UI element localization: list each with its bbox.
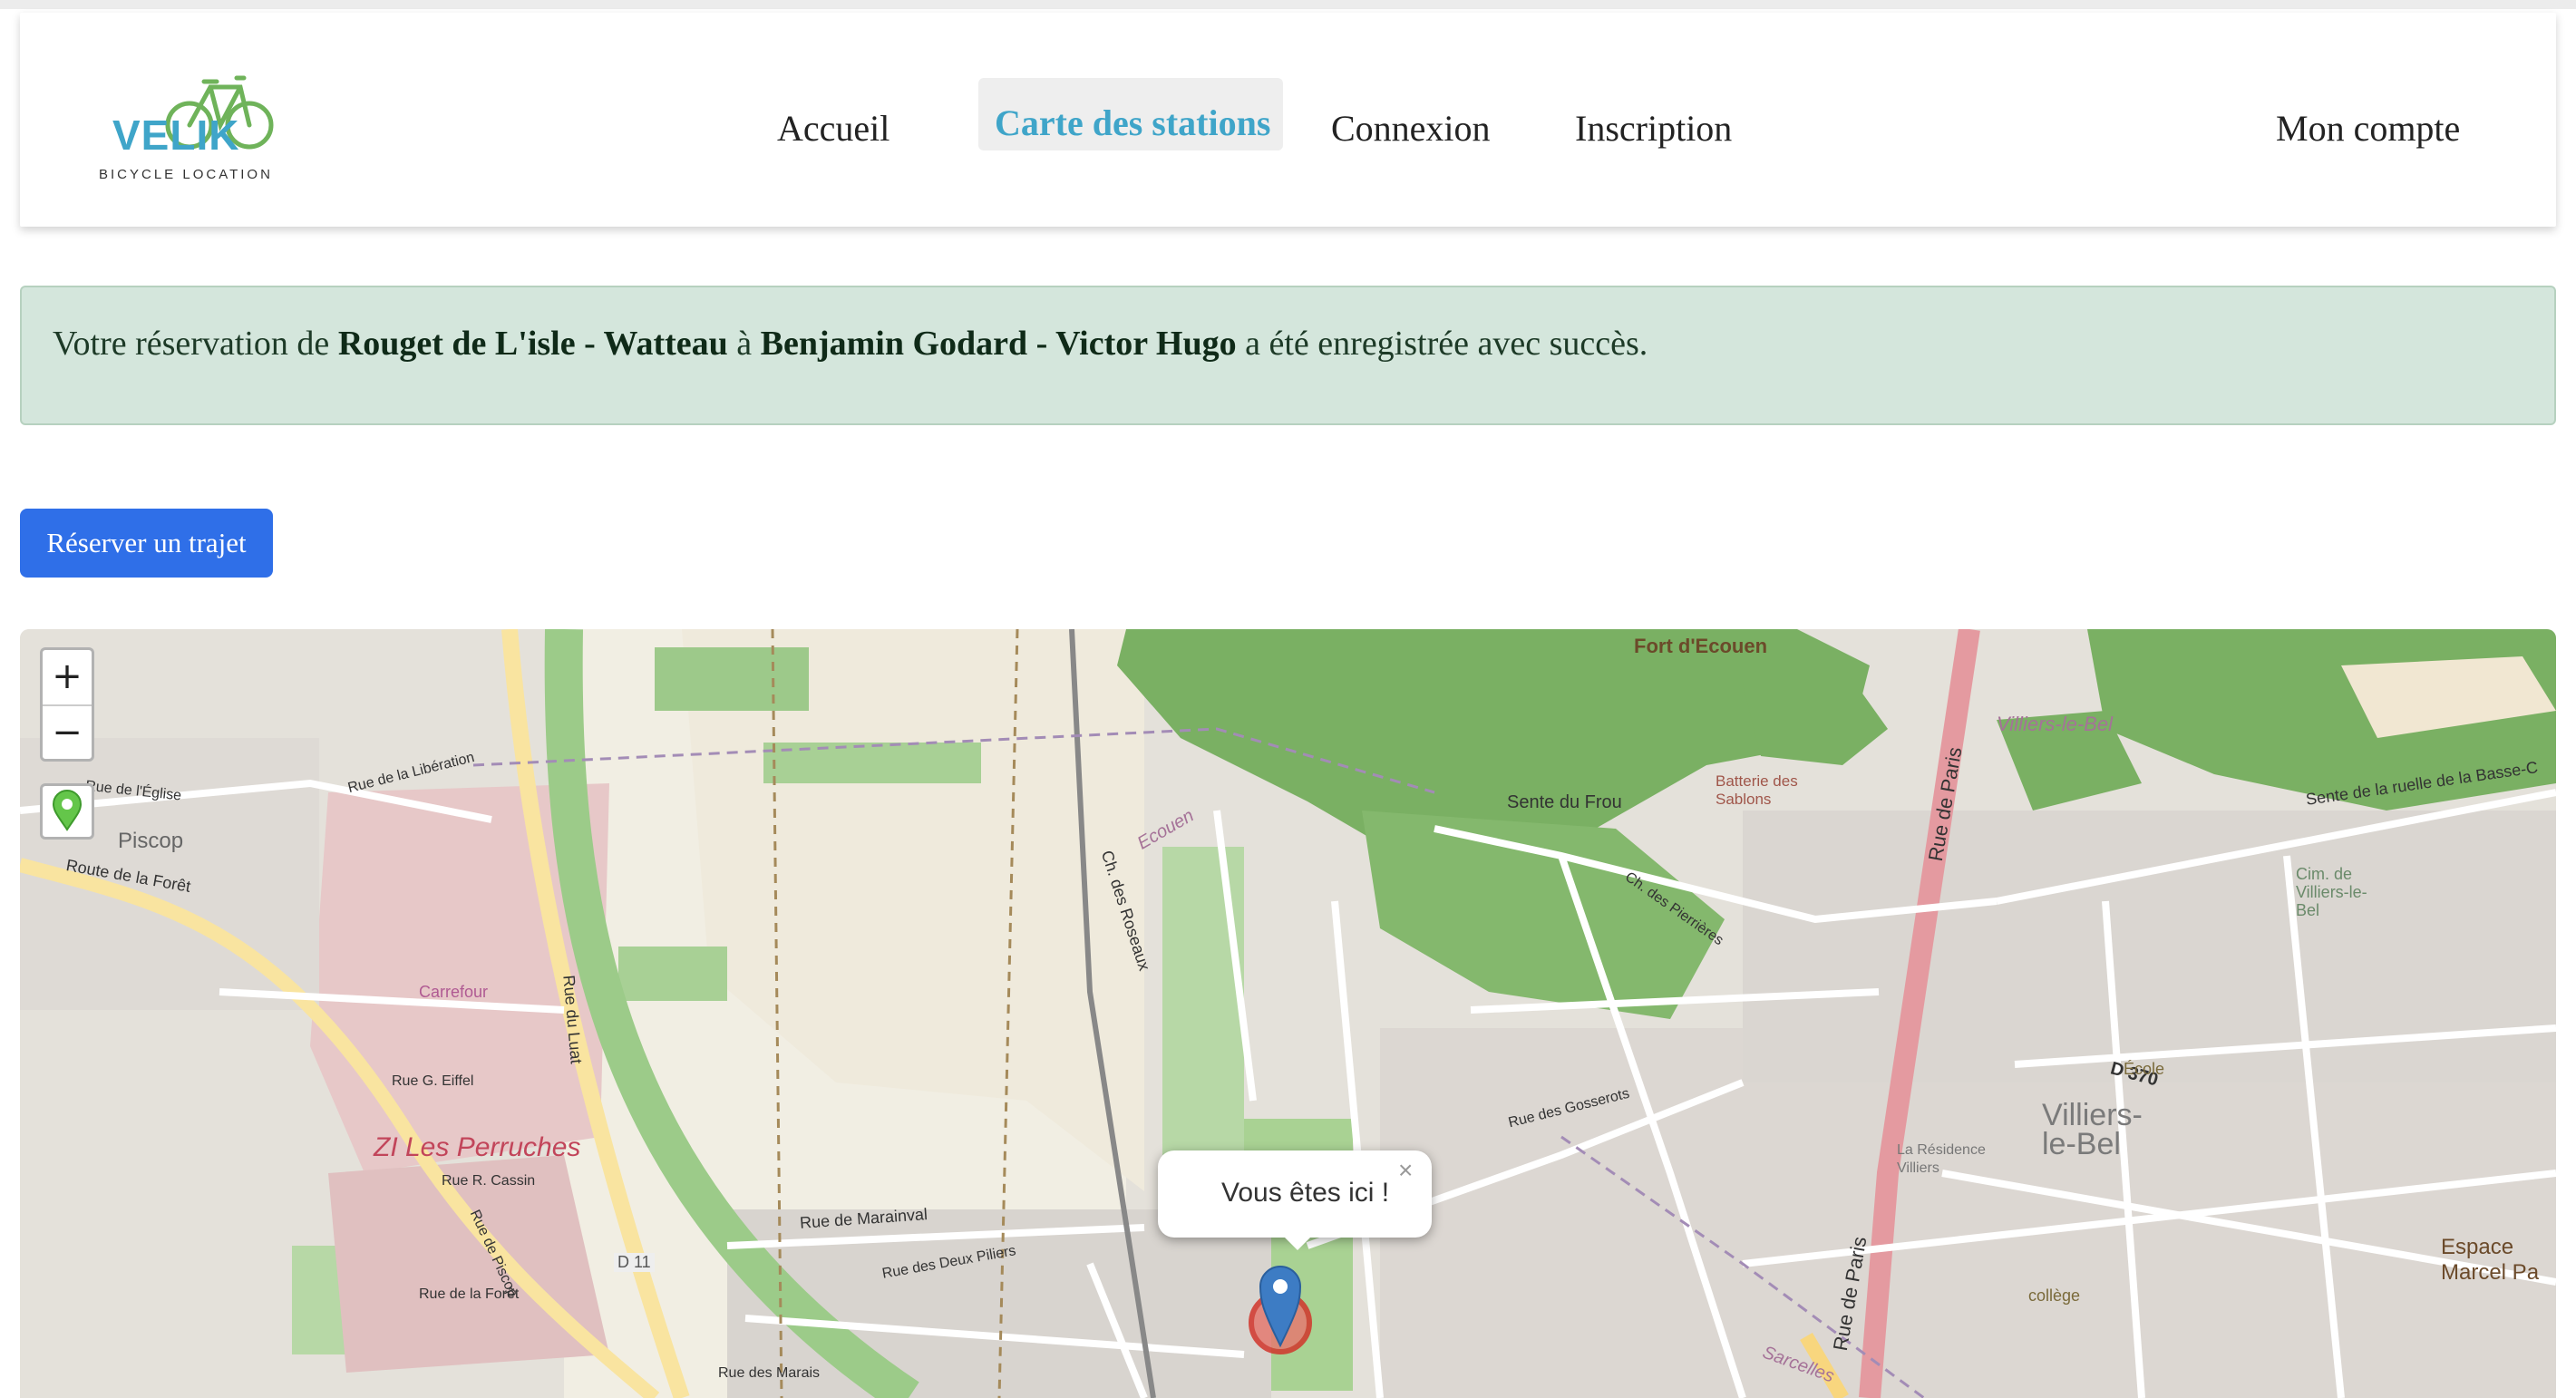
alert-from-station: Rouget de L'isle - Watteau [337,325,728,363]
zoom-out-button[interactable]: − [43,706,92,761]
navbar: VELIK BICYCLE LOCATION Accueil Carte des… [20,13,2556,227]
map-label-espace: Espace Marcel Pa [2441,1235,2540,1285]
map-label-zi: ZI Les Perruches [374,1132,581,1162]
map-label-rue-cassin: Rue R. Cassin [442,1173,536,1189]
locate-me-button[interactable] [40,783,94,840]
nav-login[interactable]: Connexion [1331,107,1491,150]
nav-account[interactable]: Mon compte [2276,107,2460,150]
zoom-in-button[interactable]: + [43,650,92,706]
alert-message: Votre réservation de Rouget de L'isle - … [53,324,1648,364]
nav-stations-map[interactable]: Carte des stations [978,78,1283,150]
popup-text: Vous êtes ici ! [1221,1178,1390,1208]
top-divider [0,0,2576,9]
map-label-cim: Cim. de Villiers-le-Bel [2296,865,2367,919]
nav-home[interactable]: Accueil [777,107,889,150]
map-label-college: collège [2028,1286,2081,1305]
alert-prefix: Votre réservation de [53,325,330,363]
alert-suffix: a été enregistrée avec succès. [1245,325,1648,363]
logo-tagline: BICYCLE LOCATION [99,167,273,182]
map-label-batterie: Batterie des Sablons [1716,772,1798,808]
logo-wordmark: VELIK [112,112,240,159]
reserve-trip-button[interactable]: Réserver un trajet [20,509,273,578]
map-label-fort: Fort d'Ecouen [1634,635,1768,657]
map-label-residence: La Résidence Villiers [1897,1142,1986,1176]
map-label-villiers-top: Villiers-le-Bel [1997,713,2113,735]
popup-tip [1281,1234,1314,1250]
map-label-sente-frou: Sente du Frou [1507,792,1622,812]
alert-to-station: Benjamin Godard - Victor Hugo [760,325,1237,363]
logo[interactable]: VELIK BICYCLE LOCATION [88,69,306,187]
zoom-control: + − [40,647,94,762]
location-popup: Vous êtes ici ! × [1158,1150,1432,1250]
map-tiles[interactable] [20,629,2556,1398]
map-label-carrefour: Carrefour [419,983,489,1001]
map-label-rue-marais: Rue des Marais [718,1365,821,1381]
popup-close-icon[interactable]: × [1398,1156,1413,1185]
map-label-villiers: Villiers-le-Bel [2042,1098,2143,1161]
stations-map[interactable]: Fort d'Ecouen Piscop Carrefour ZI Les Pe… [20,629,2556,1398]
alert-connector: à [736,325,753,363]
map-label-d11: D 11 [614,1253,655,1272]
success-alert: Votre réservation de Rouget de L'isle - … [20,286,2556,425]
nav-signup[interactable]: Inscription [1575,107,1732,150]
map-pin-icon [52,790,83,831]
map-label-ecole: École [2124,1060,2165,1078]
map-label-piscop: Piscop [118,829,184,853]
map-label-rue-eiffel: Rue G. Eiffel [392,1073,474,1089]
nav-stations-map-label: Carte des stations [995,102,1271,143]
